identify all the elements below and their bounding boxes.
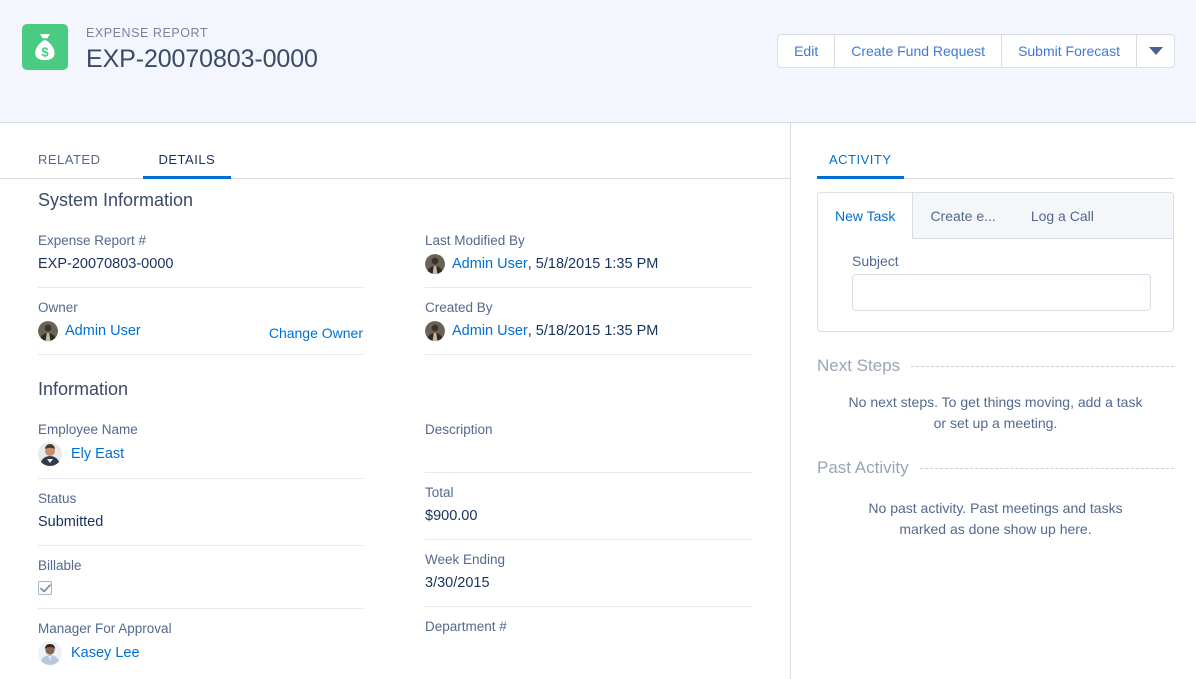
owner-link[interactable]: Admin User <box>65 320 141 342</box>
field-label: Week Ending <box>425 552 506 567</box>
past-activity-empty-message: No past activity. Past meetings and task… <box>868 500 1123 537</box>
avatar <box>425 254 445 274</box>
details-panel: RELATED DETAILS System Information Expen… <box>0 123 791 679</box>
object-type-label: EXPENSE REPORT <box>86 26 209 40</box>
field-label: Total <box>425 485 454 500</box>
field-label: Created By <box>425 300 493 315</box>
field-status: Status Submitted <box>38 479 363 546</box>
field-value: EXP-20070803-0000 <box>38 256 174 272</box>
field-expense-report-number: Expense Report # EXP-20070803-0000 <box>38 221 363 288</box>
field-value <box>38 578 363 595</box>
billable-checkbox[interactable] <box>38 581 52 595</box>
field-label: Department # <box>425 619 507 634</box>
tab-related[interactable]: RELATED <box>38 152 117 178</box>
field-manager-for-approval: Manager For Approval Kasey Lee <box>38 609 363 677</box>
field-value: Kasey Lee <box>38 641 363 665</box>
svg-text:$: $ <box>41 45 49 60</box>
field-total: Total $900.00 <box>425 473 752 540</box>
field-value: Admin User, 5/18/2015 1:35 PM <box>425 320 752 342</box>
subject-input[interactable] <box>852 274 1151 311</box>
next-steps-empty-message: No next steps. To get things moving, add… <box>848 394 1143 431</box>
publisher-tabs: New Task Create e... Log a Call <box>818 193 1173 239</box>
next-steps-title: Next Steps <box>817 356 901 375</box>
past-activity-title: Past Activity <box>817 458 909 477</box>
divider <box>919 467 1174 469</box>
activity-tabs: ACTIVITY <box>817 138 1174 179</box>
tab-create-email[interactable]: Create e... <box>913 193 1013 238</box>
avatar <box>38 321 58 341</box>
information-heading: Information <box>38 379 129 399</box>
record-tabs: RELATED DETAILS <box>0 138 790 179</box>
field-billable: Billable <box>38 546 363 609</box>
tab-activity[interactable]: ACTIVITY <box>817 152 904 179</box>
avatar <box>38 641 62 665</box>
past-activity-header: Past Activity <box>817 458 1174 478</box>
field-value: Admin User, 5/18/2015 1:35 PM <box>425 253 752 275</box>
create-fund-request-button[interactable]: Create Fund Request <box>834 34 1002 68</box>
money-bag-icon: $ <box>22 24 68 70</box>
manager-for-approval-link[interactable]: Kasey Lee <box>71 642 140 664</box>
field-last-modified-by: Last Modified By Admin User, 5/18/2015 1… <box>425 221 752 288</box>
activity-panel: ACTIVITY New Task Create e... Log a Call… <box>791 123 1196 679</box>
next-steps-header: Next Steps <box>817 356 1174 376</box>
field-department-number: Department # <box>425 607 752 670</box>
last-modified-by-link[interactable]: Admin User <box>452 253 528 275</box>
field-value: $900.00 <box>425 508 478 524</box>
information-fields: Employee Name Ely East Status Submitted … <box>0 410 790 677</box>
field-label: Billable <box>38 558 82 573</box>
divider <box>911 365 1174 367</box>
employee-name-link[interactable]: Ely East <box>71 443 124 465</box>
field-owner: Owner Admin User Change Owner <box>38 288 363 355</box>
field-week-ending: Week Ending 3/30/2015 <box>425 540 752 607</box>
tab-new-task[interactable]: New Task <box>818 193 914 239</box>
field-label: Owner <box>38 300 78 315</box>
tab-details[interactable]: DETAILS <box>142 152 232 179</box>
submit-forecast-button[interactable]: Submit Forecast <box>1001 34 1136 68</box>
field-label: Description <box>425 422 493 437</box>
field-label: Manager For Approval <box>38 621 172 636</box>
field-value: Submitted <box>38 514 104 530</box>
field-label: Last Modified By <box>425 233 525 248</box>
system-information-fields: Expense Report # EXP-20070803-0000 Owner <box>0 221 790 355</box>
field-description: Description <box>425 410 752 473</box>
more-actions-button[interactable] <box>1136 34 1175 68</box>
chevron-down-icon <box>1148 47 1163 55</box>
tab-log-a-call[interactable]: Log a Call <box>1014 193 1112 238</box>
field-label: Expense Report # <box>38 233 147 248</box>
field-created-by: Created By Admin User, 5/18/2015 1:35 PM <box>425 288 752 355</box>
record-header: $ EXPENSE REPORT EXP-20070803-0000 Edit … <box>0 0 1196 123</box>
created-timestamp: , 5/18/2015 1:35 PM <box>527 323 659 339</box>
activity-publisher: New Task Create e... Log a Call Subject <box>817 192 1174 332</box>
field-value: Ely East <box>38 442 363 466</box>
created-by-link[interactable]: Admin User <box>452 320 528 342</box>
header-actions: Edit Create Fund Request Submit Forecast <box>777 34 1175 68</box>
change-owner-link[interactable]: Change Owner <box>269 325 363 341</box>
page-title: EXP-20070803-0000 <box>86 45 318 73</box>
field-value: 3/30/2015 <box>425 575 490 591</box>
edit-button[interactable]: Edit <box>777 34 835 68</box>
last-modified-timestamp: , 5/18/2015 1:35 PM <box>527 256 659 272</box>
record-body: RELATED DETAILS System Information Expen… <box>0 123 1196 679</box>
field-label: Status <box>38 491 77 506</box>
system-information-heading: System Information <box>38 190 194 210</box>
avatar <box>425 321 445 341</box>
field-employee-name: Employee Name Ely East <box>38 410 363 479</box>
field-label: Employee Name <box>38 422 138 437</box>
record-page: $ EXPENSE REPORT EXP-20070803-0000 Edit … <box>0 0 1196 679</box>
avatar <box>38 442 62 466</box>
subject-label: Subject <box>852 253 899 269</box>
